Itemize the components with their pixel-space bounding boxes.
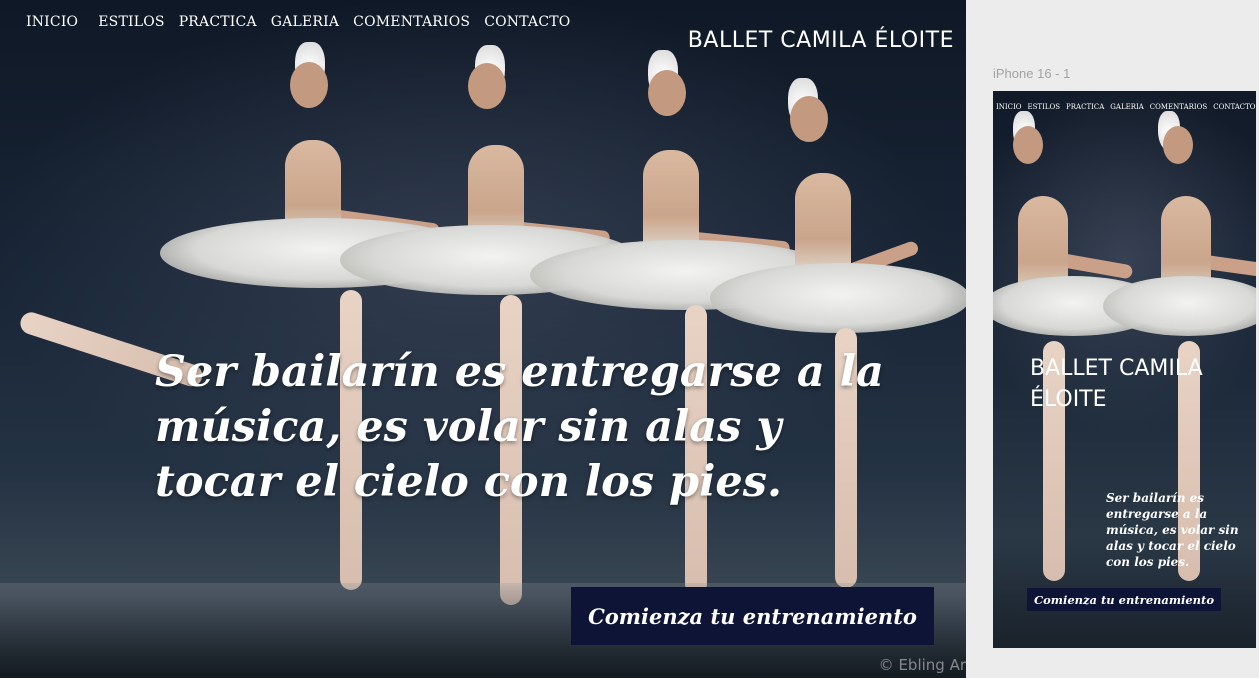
phone-brand-title: BALLET CAMILA ÉLOITE	[1030, 356, 1203, 412]
hero-quote: Ser bailarín es entregarse a la música, …	[155, 347, 884, 507]
desktop-frame: INICIO ESTILOS PRACTICA GALERIA COMENTAR…	[0, 0, 966, 678]
start-training-button[interactable]: Comienza tu entrenamiento	[571, 587, 934, 645]
hero-background-photo	[0, 0, 966, 678]
phone-hero-quote: Ser bailarín es entregarse a la música, …	[1106, 491, 1239, 569]
brand-title: BALLET CAMILA ÉLOITE	[687, 28, 954, 53]
nav-link-inicio[interactable]: INICIO	[26, 14, 78, 30]
phone-frame: INICIO ESTILOS PRACTICA GALERIA COMENTAR…	[993, 91, 1256, 648]
nav-link-contacto[interactable]: CONTACTO	[1213, 103, 1255, 111]
phone-main-nav: INICIO ESTILOS PRACTICA GALERIA COMENTAR…	[996, 103, 1256, 111]
nav-link-comentarios[interactable]: COMENTARIOS	[353, 14, 470, 30]
nav-link-galeria[interactable]: GALERIA	[271, 14, 339, 30]
nav-link-galeria[interactable]: GALERIA	[1110, 103, 1144, 111]
nav-link-practica[interactable]: PRACTICA	[179, 14, 257, 30]
nav-link-inicio[interactable]: INICIO	[996, 103, 1022, 111]
nav-link-comentarios[interactable]: COMENTARIOS	[1150, 103, 1207, 111]
nav-link-contacto[interactable]: CONTACTO	[484, 14, 570, 30]
dancer-figure	[710, 78, 966, 598]
phone-frame-label[interactable]: iPhone 16 - 1	[993, 66, 1070, 81]
nav-link-estilos[interactable]: ESTILOS	[98, 14, 164, 30]
nav-link-practica[interactable]: PRACTICA	[1066, 103, 1104, 111]
nav-link-estilos[interactable]: ESTILOS	[1028, 103, 1061, 111]
phone-start-training-button[interactable]: Comienza tu entrenamiento	[1027, 588, 1221, 611]
main-nav: INICIO ESTILOS PRACTICA GALERIA COMENTAR…	[26, 14, 584, 30]
photo-credit: © Ebling Ar	[878, 656, 966, 674]
